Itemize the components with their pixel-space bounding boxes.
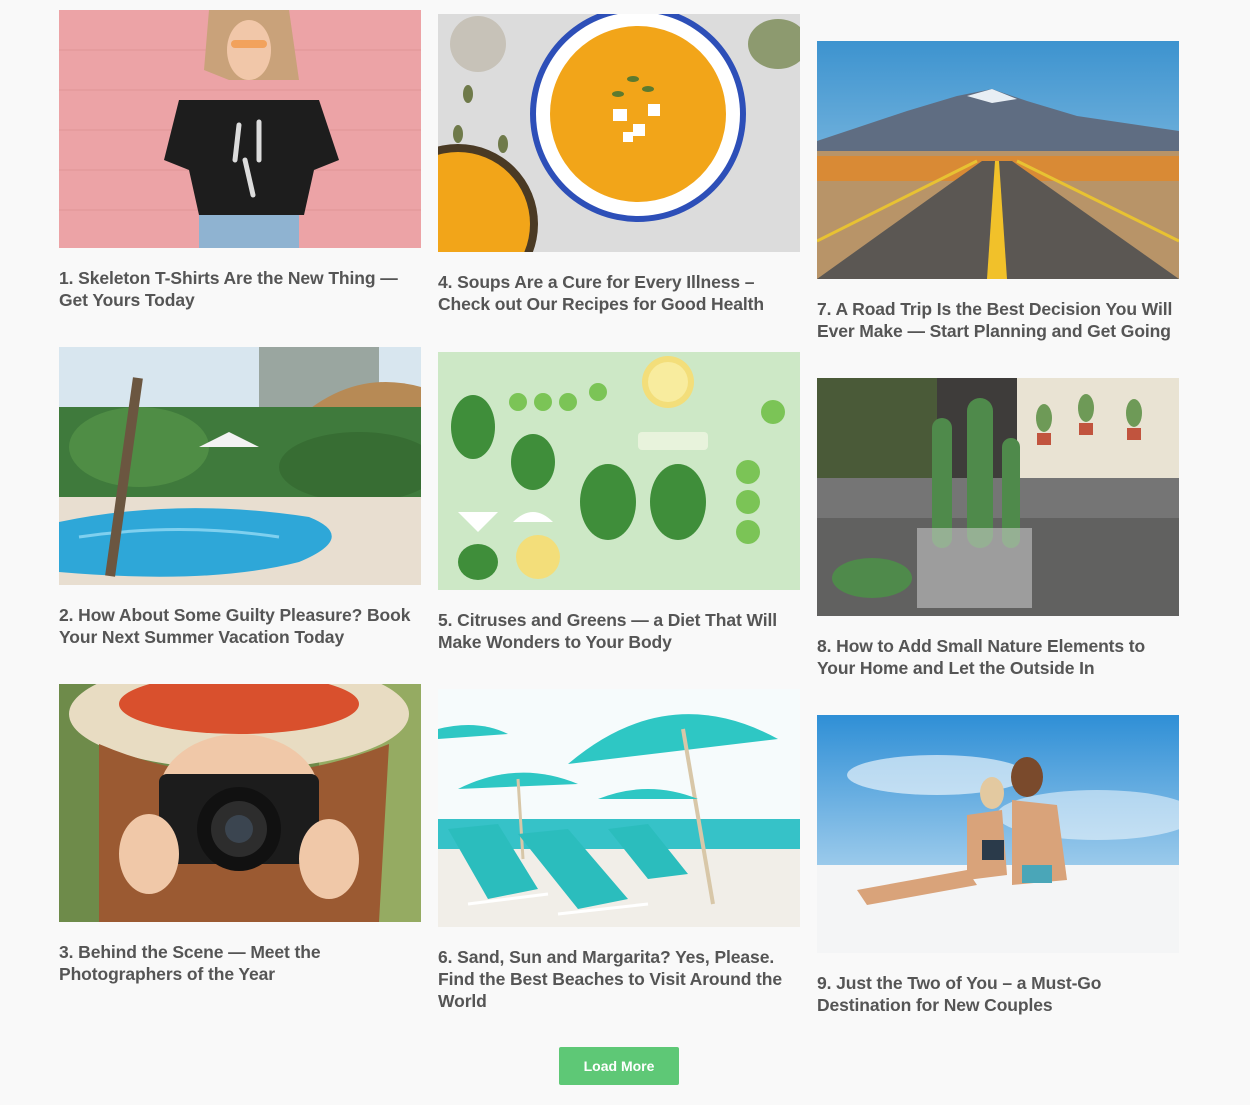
post-image-photographer[interactable] xyxy=(59,684,421,922)
post-image-desert-road[interactable] xyxy=(817,41,1179,279)
post-title[interactable]: 5. Citruses and Greens — a Diet That Wil… xyxy=(438,590,800,653)
post-title[interactable]: 4. Soups Are a Cure for Every Illness – … xyxy=(438,252,800,315)
post-card[interactable]: 6. Sand, Sun and Margarita? Yes, Please.… xyxy=(438,689,800,1012)
post-image-soup[interactable] xyxy=(438,14,800,252)
post-card[interactable]: 1. Skeleton T-Shirts Are the New Thing —… xyxy=(59,10,421,311)
post-card[interactable]: 5. Citruses and Greens — a Diet That Wil… xyxy=(438,352,800,653)
post-title[interactable]: 2. How About Some Guilty Pleasure? Book … xyxy=(59,585,421,648)
post-title[interactable]: 1. Skeleton T-Shirts Are the New Thing —… xyxy=(59,248,421,311)
post-image-skeleton-tshirt[interactable] xyxy=(59,10,421,248)
post-title[interactable]: 6. Sand, Sun and Margarita? Yes, Please.… xyxy=(438,927,800,1012)
post-card[interactable]: 8. How to Add Small Nature Elements to Y… xyxy=(817,378,1179,679)
post-card[interactable]: 7. A Road Trip Is the Best Decision You … xyxy=(817,41,1179,342)
post-card[interactable]: 3. Behind the Scene — Meet the Photograp… xyxy=(59,684,421,985)
post-image-resort-pool[interactable] xyxy=(59,347,421,585)
post-image-greens-citrus[interactable] xyxy=(438,352,800,590)
post-title[interactable]: 8. How to Add Small Nature Elements to Y… xyxy=(817,616,1179,679)
post-title[interactable]: 7. A Road Trip Is the Best Decision You … xyxy=(817,279,1179,342)
post-card[interactable]: 2. How About Some Guilty Pleasure? Book … xyxy=(59,347,421,648)
post-image-couple-beach[interactable] xyxy=(817,715,1179,953)
post-title[interactable]: 3. Behind the Scene — Meet the Photograp… xyxy=(59,922,421,985)
post-card[interactable]: 9. Just the Two of You – a Must-Go Desti… xyxy=(817,715,1179,1016)
post-title[interactable]: 9. Just the Two of You – a Must-Go Desti… xyxy=(817,953,1179,1016)
post-image-beach-umbrellas[interactable] xyxy=(438,689,800,927)
load-more-button[interactable]: Load More xyxy=(559,1047,679,1085)
post-card[interactable]: 4. Soups Are a Cure for Every Illness – … xyxy=(438,14,800,315)
post-image-cactus-home[interactable] xyxy=(817,378,1179,616)
blog-grid: 1. Skeleton T-Shirts Are the New Thing —… xyxy=(0,0,1250,1105)
